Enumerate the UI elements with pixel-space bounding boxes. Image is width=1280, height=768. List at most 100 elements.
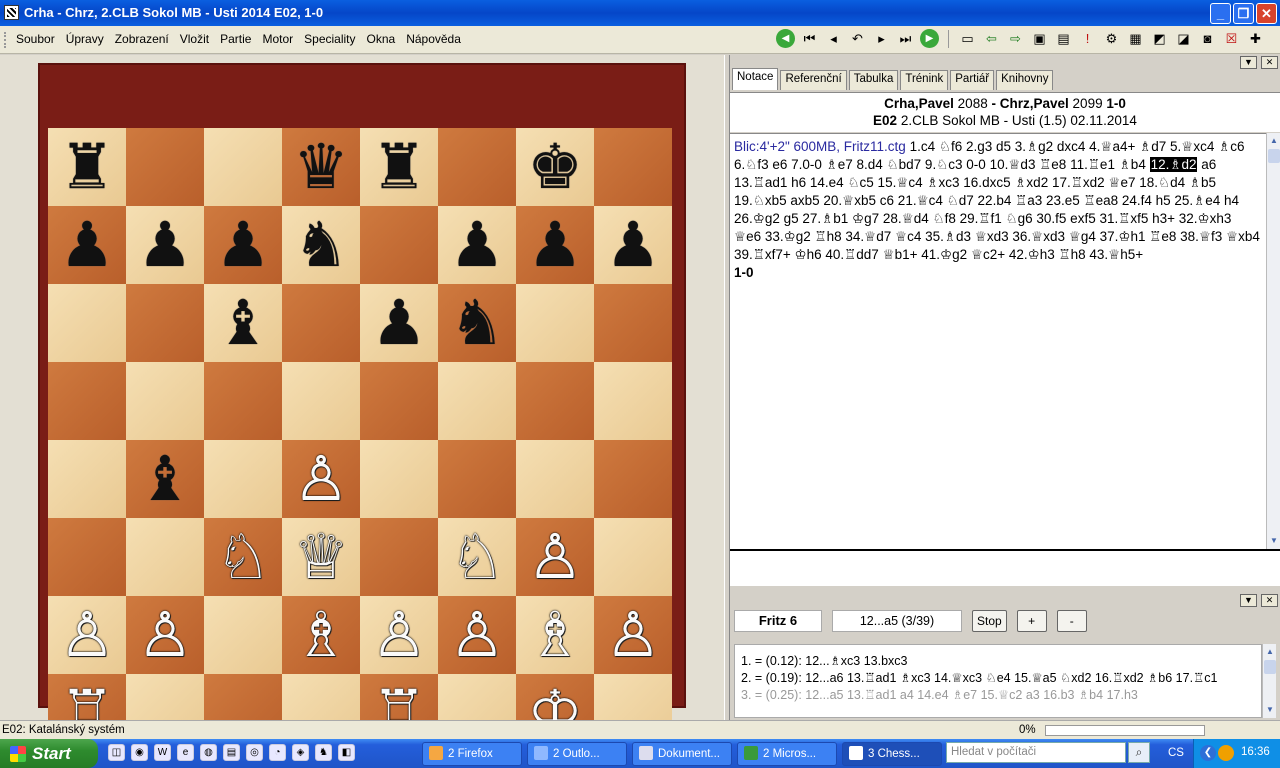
square-a4[interactable] — [48, 440, 126, 518]
menu-item[interactable]: Partie — [220, 32, 251, 46]
chess-piece[interactable]: ♘ — [215, 526, 271, 588]
chess-piece[interactable]: ♟ — [137, 214, 193, 276]
scroll-down-icon[interactable]: ▼ — [1268, 535, 1280, 547]
square-c8[interactable] — [204, 128, 282, 206]
square-h7[interactable]: ♟ — [594, 206, 672, 284]
square-b8[interactable] — [126, 128, 204, 206]
square-h6[interactable] — [594, 284, 672, 362]
chess-piece[interactable]: ♙ — [527, 526, 583, 588]
chess-piece[interactable]: ♗ — [527, 604, 583, 666]
menu-item[interactable]: Okna — [367, 32, 396, 46]
firefox-icon[interactable]: ◍ — [200, 744, 217, 761]
ie-icon[interactable]: e — [177, 744, 194, 761]
square-e3[interactable] — [360, 518, 438, 596]
new-document-icon[interactable]: ▭ — [958, 29, 977, 48]
pane-menu-icon[interactable]: ▼ — [1240, 56, 1257, 69]
square-f5[interactable] — [438, 362, 516, 440]
exclaim-icon[interactable]: ! — [1078, 29, 1097, 48]
square-f7[interactable]: ♟ — [438, 206, 516, 284]
square-g6[interactable] — [516, 284, 594, 362]
scroll-down-icon[interactable]: ▼ — [1264, 704, 1276, 716]
chess-icon[interactable]: ♞ — [315, 744, 332, 761]
tray-arrow-icon[interactable]: ❮ — [1200, 745, 1216, 761]
square-a2[interactable]: ♙ — [48, 596, 126, 674]
chess-board[interactable]: ♜ ♛ ♜ ♚ ♟ ♟ ♟ ♞ ♟ ♟ ♟ ♝ ♟ ♞ ♝ ♙ ♘ ♕ ♘ ♙ ♙ ♙ ♗ ♙ ♙ ♗ ♙ ♖ ♖ ♔ — [48, 128, 672, 752]
square-h3[interactable] — [594, 518, 672, 596]
chess-piece[interactable]: ♙ — [59, 604, 115, 666]
chess-piece[interactable]: ♙ — [293, 448, 349, 510]
tab-4[interactable]: Partiář — [950, 70, 995, 90]
engine-name[interactable]: Fritz 6 — [734, 610, 822, 632]
square-d5[interactable] — [282, 362, 360, 440]
chess-piece[interactable]: ♕ — [293, 526, 349, 588]
comment-box[interactable] — [730, 549, 1280, 586]
chess-piece[interactable]: ♚ — [527, 136, 583, 198]
square-c4[interactable] — [204, 440, 282, 518]
chess-piece[interactable]: ♗ — [293, 604, 349, 666]
save-multiple-icon[interactable]: ▤ — [1054, 29, 1073, 48]
square-g2[interactable]: ♗ — [516, 596, 594, 674]
app-icon[interactable] — [4, 5, 19, 20]
square-e6[interactable]: ♟ — [360, 284, 438, 362]
save-icon[interactable]: ▣ — [1030, 29, 1049, 48]
notation-text[interactable]: Blic:4'+2" 600MB, Fritz11.ctg 1.c4 ♘f6 2… — [730, 133, 1266, 549]
square-e7[interactable] — [360, 206, 438, 284]
prev-move-icon[interactable]: ◂ — [824, 29, 843, 48]
media-icon[interactable]: ◉ — [131, 744, 148, 761]
square-c7[interactable]: ♟ — [204, 206, 282, 284]
menu-item[interactable]: Speciality — [304, 32, 355, 46]
menu-item[interactable]: Nápověda — [406, 32, 461, 46]
square-c5[interactable] — [204, 362, 282, 440]
chess-piece[interactable]: ♟ — [215, 214, 271, 276]
square-b4[interactable]: ♝ — [126, 440, 204, 518]
square-a7[interactable]: ♟ — [48, 206, 126, 284]
square-c2[interactable] — [204, 596, 282, 674]
square-a5[interactable] — [48, 362, 126, 440]
menu-item[interactable]: Úpravy — [66, 32, 104, 46]
tab-0[interactable]: Notace — [732, 68, 779, 90]
chrome-icon[interactable]: ◔ — [269, 744, 286, 761]
arrow-right-icon[interactable]: ⇨ — [1006, 29, 1025, 48]
square-a8[interactable]: ♜ — [48, 128, 126, 206]
square-c3[interactable]: ♘ — [204, 518, 282, 596]
square-h5[interactable] — [594, 362, 672, 440]
square-a3[interactable] — [48, 518, 126, 596]
delete-icon[interactable]: ☒ — [1222, 29, 1241, 48]
moves-after[interactable]: a6 13.♖ad1 h6 14.e4 ♘c5 15.♕c4 ♗xc3 16.d… — [734, 157, 1260, 262]
square-b5[interactable] — [126, 362, 204, 440]
chess-piece[interactable]: ♘ — [449, 526, 505, 588]
maximize-button[interactable]: ❐ — [1233, 3, 1254, 24]
chess-piece[interactable]: ♜ — [371, 136, 427, 198]
chess-piece[interactable]: ♝ — [215, 292, 271, 354]
current-move[interactable]: 12.♗d2 — [1149, 157, 1198, 172]
tab-2[interactable]: Tabulka — [848, 70, 899, 90]
desktop-search-input[interactable]: Hledat v počítači — [946, 742, 1126, 763]
square-e8[interactable]: ♜ — [360, 128, 438, 206]
scroll-up-icon[interactable]: ▲ — [1264, 646, 1276, 658]
chess-piece[interactable]: ♙ — [371, 604, 427, 666]
square-h2[interactable]: ♙ — [594, 596, 672, 674]
settings-icon[interactable]: ⚙ — [1102, 29, 1121, 48]
browser-icon[interactable]: ◎ — [246, 744, 263, 761]
engine-add-line-button[interactable]: + — [1016, 610, 1047, 632]
engine-stop-button[interactable]: Stop — [972, 610, 1007, 632]
square-f4[interactable] — [438, 440, 516, 518]
forward-green-icon[interactable]: ▶ — [920, 29, 939, 48]
language-indicator[interactable]: CS — [1168, 747, 1184, 759]
chess-piece[interactable]: ♛ — [293, 136, 349, 198]
eraser-icon[interactable]: ◩ — [1150, 29, 1169, 48]
square-h4[interactable] — [594, 440, 672, 518]
chess-piece[interactable]: ♙ — [449, 604, 505, 666]
scroll-thumb[interactable] — [1268, 149, 1280, 163]
engine-pane-close-icon[interactable]: ✕ — [1261, 594, 1278, 607]
board-icon[interactable]: ▦ — [1126, 29, 1145, 48]
square-e4[interactable] — [360, 440, 438, 518]
square-g8[interactable]: ♚ — [516, 128, 594, 206]
next-move-icon[interactable]: ▸ — [872, 29, 891, 48]
minimize-button[interactable]: _ — [1210, 3, 1231, 24]
notation-scrollbar[interactable]: ▲ ▼ — [1266, 133, 1280, 549]
tool-icon[interactable]: ◧ — [338, 744, 355, 761]
chess-piece[interactable]: ♙ — [137, 604, 193, 666]
square-b2[interactable]: ♙ — [126, 596, 204, 674]
task-microsoft[interactable]: 2 Micros... — [737, 742, 837, 766]
